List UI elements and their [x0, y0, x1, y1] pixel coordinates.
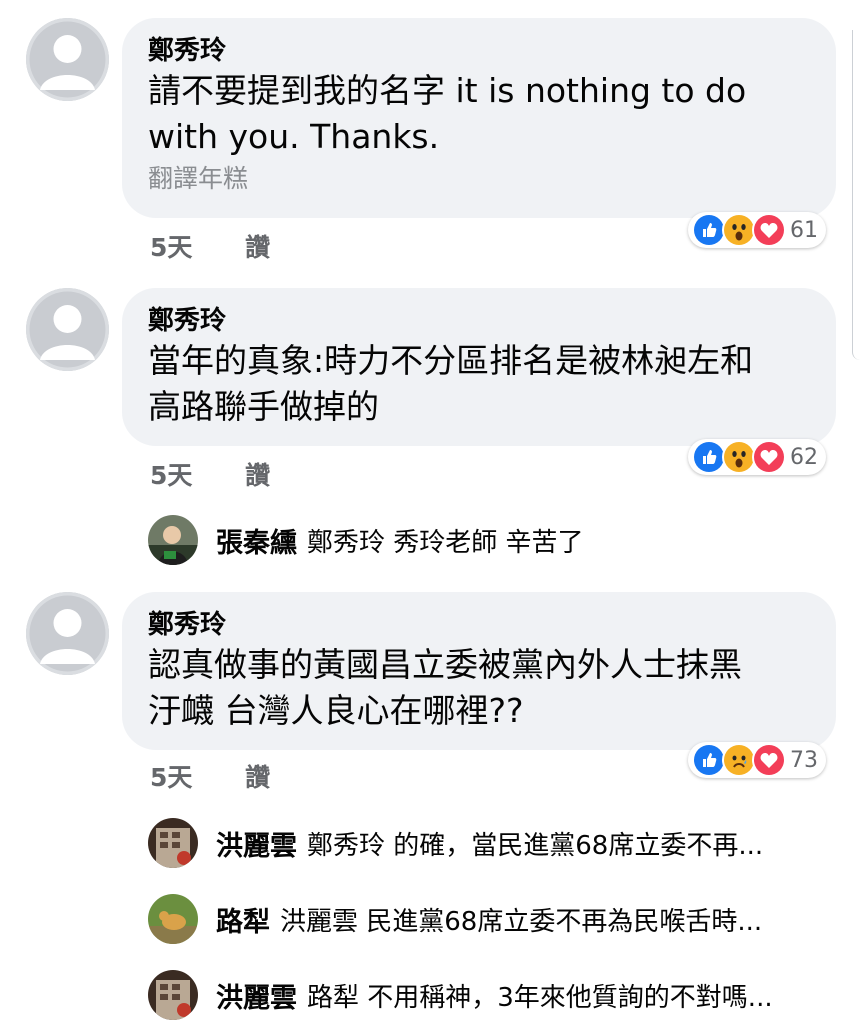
reply-item[interactable]: 洪麗雲 路犁 不用稱神，3年來他質詢的不對嗎...: [148, 970, 773, 1020]
timestamp[interactable]: 5天: [150, 461, 192, 490]
reply-text: 鄭秀玲 的確，當民進黨68席立委不再...: [307, 830, 764, 861]
avatar[interactable]: [148, 818, 198, 868]
comment-text-line: 高路聯手做掉的: [148, 387, 379, 426]
reply-text: 洪麗雲 民進黨68席立委不再為民喉舌時...: [280, 906, 763, 937]
avatar[interactable]: [148, 515, 198, 565]
comment-author[interactable]: 鄭秀玲: [148, 608, 808, 642]
comment-author[interactable]: 鄭秀玲: [148, 34, 808, 68]
like-icon: [692, 440, 726, 474]
scrollbar[interactable]: [852, 30, 861, 360]
default-avatar-icon[interactable]: [26, 288, 109, 371]
like-icon: [692, 213, 726, 247]
wow-icon: [722, 213, 756, 247]
reply-item[interactable]: 張秦纁 鄭秀玲 秀玲老師 辛苦了: [148, 515, 584, 565]
comment-meta: 5天 讚: [150, 456, 314, 492]
love-icon: [752, 743, 786, 777]
like-icon: [692, 743, 726, 777]
reactions-summary[interactable]: 61: [688, 212, 826, 248]
comment-meta: 5天 讚: [150, 228, 314, 264]
love-icon: [752, 213, 786, 247]
reply-author[interactable]: 張秦纁: [216, 521, 297, 560]
like-button[interactable]: 讚: [245, 233, 270, 262]
comment-text-line: 汙衊 台灣人良心在哪裡??: [148, 691, 524, 730]
comment-text-line: 請不要提到我的名字 it is nothing to do: [148, 71, 747, 110]
reply-item[interactable]: 路犁 洪麗雲 民進黨68席立委不再為民喉舌時...: [148, 894, 762, 944]
reply-item[interactable]: 洪麗雲 鄭秀玲 的確，當民進黨68席立委不再...: [148, 818, 763, 868]
comment-text-line: 當年的真象:時力不分區排名是被林昶左和: [148, 341, 754, 380]
translate-link[interactable]: 翻譯年糕: [148, 162, 808, 196]
love-icon: [752, 440, 786, 474]
like-button[interactable]: 讚: [245, 763, 270, 792]
avatar[interactable]: [148, 894, 198, 944]
reply-text: 路犁 不用稱神，3年來他質詢的不對嗎...: [307, 982, 773, 1013]
comment-text-line: with you. Thanks.: [148, 117, 440, 156]
avatar[interactable]: [148, 970, 198, 1020]
reaction-count: 61: [790, 217, 818, 243]
reply-text: 鄭秀玲 秀玲老師 辛苦了: [307, 527, 584, 558]
comment-bubble: 鄭秀玲 認真做事的黃國昌立委被黨內外人士抹黑 汙衊 台灣人良心在哪裡??: [122, 592, 836, 750]
reply-author[interactable]: 洪麗雲: [216, 976, 297, 1015]
reply-author[interactable]: 路犁: [216, 900, 270, 939]
sad-icon: [722, 743, 756, 777]
comment-meta: 5天 讚: [150, 758, 314, 794]
reaction-count: 73: [790, 747, 818, 773]
reply-author[interactable]: 洪麗雲: [216, 824, 297, 863]
reactions-summary[interactable]: 62: [688, 439, 826, 475]
like-button[interactable]: 讚: [245, 461, 270, 490]
comment-text-line: 認真做事的黃國昌立委被黨內外人士抹黑: [148, 645, 742, 684]
comment-bubble: 鄭秀玲 當年的真象:時力不分區排名是被林昶左和 高路聯手做掉的: [122, 288, 836, 446]
reaction-count: 62: [790, 444, 818, 470]
default-avatar-icon[interactable]: [26, 592, 109, 675]
default-avatar-icon[interactable]: [26, 18, 109, 101]
comment-author[interactable]: 鄭秀玲: [148, 304, 808, 338]
timestamp[interactable]: 5天: [150, 763, 192, 792]
timestamp[interactable]: 5天: [150, 233, 192, 262]
comment-bubble: 鄭秀玲 請不要提到我的名字 it is nothing to do with y…: [122, 18, 836, 218]
wow-icon: [722, 440, 756, 474]
reactions-summary[interactable]: 73: [688, 742, 826, 778]
